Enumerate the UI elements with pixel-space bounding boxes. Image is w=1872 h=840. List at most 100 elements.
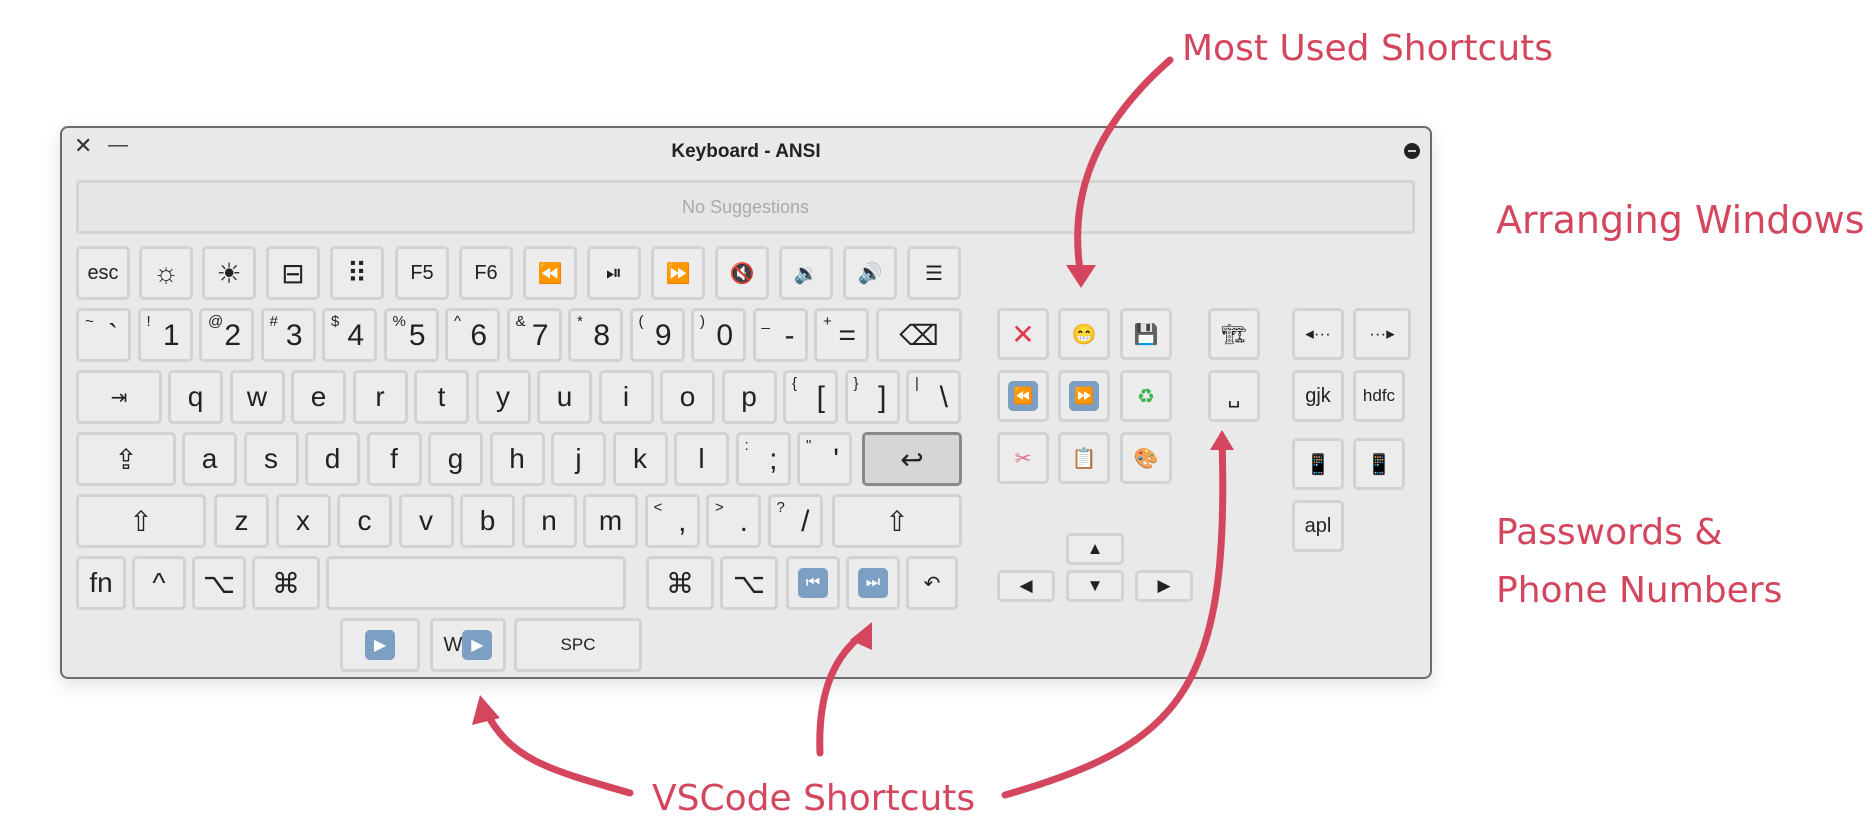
key-mission-control[interactable]: ⊟: [266, 246, 320, 300]
key-fn[interactable]: fn: [76, 556, 126, 610]
key-hdfc[interactable]: hdfc: [1353, 370, 1405, 422]
key-p[interactable]: p: [721, 370, 777, 424]
key-launchpad[interactable]: ⠿: [330, 246, 384, 300]
shortcut-back[interactable]: ⏪: [997, 370, 1049, 422]
key-num-7[interactable]: & 7: [506, 308, 562, 362]
key-run[interactable]: ▶: [340, 618, 420, 672]
key-fast-forward[interactable]: ⏩: [651, 246, 705, 300]
key-phone-2[interactable]: 📱: [1353, 438, 1405, 490]
key-z[interactable]: z: [214, 494, 269, 548]
key-num-6[interactable]: ^ 6: [445, 308, 500, 362]
key-sym-q-2[interactable]: | \: [906, 370, 961, 424]
key-f[interactable]: f: [366, 432, 422, 486]
key-i[interactable]: i: [598, 370, 654, 424]
key-a[interactable]: a: [182, 432, 237, 486]
key-t[interactable]: t: [414, 370, 469, 424]
key-num-0[interactable]: ~ `: [76, 308, 131, 362]
key-gjk[interactable]: gjk: [1292, 370, 1344, 422]
key-play-pause[interactable]: ⏯: [587, 246, 641, 300]
key-phone-1[interactable]: 📱: [1292, 438, 1344, 490]
key-f5[interactable]: F5: [395, 246, 449, 300]
key-e[interactable]: e: [291, 370, 346, 424]
key-option-left[interactable]: ⌥: [192, 556, 246, 610]
key-sym-z-0[interactable]: <,: [644, 494, 700, 548]
shortcut-smile[interactable]: 😁: [1058, 308, 1110, 360]
key-sym-z-2[interactable]: ? /: [767, 494, 823, 548]
key-v[interactable]: v: [398, 494, 454, 548]
key-w-run[interactable]: W ▶: [430, 618, 506, 672]
key-shift-right[interactable]: ⇧: [832, 494, 962, 548]
key-rewind[interactable]: ⏪: [523, 246, 577, 300]
key-h[interactable]: h: [489, 432, 545, 486]
key-sym-q-1[interactable]: }]: [844, 370, 900, 424]
key-volume-up[interactable]: 🔊: [843, 246, 897, 300]
key-num-12[interactable]: + =: [814, 308, 869, 362]
key-s[interactable]: s: [243, 432, 299, 486]
key-num-1[interactable]: ! 1: [137, 308, 193, 362]
key-command-left[interactable]: ⌘: [252, 556, 320, 610]
key-num-9[interactable]: (9: [629, 308, 685, 362]
key-caps-lock[interactable]: ⇪: [76, 432, 176, 486]
key-num-11[interactable]: _ -: [752, 308, 808, 362]
key-esc[interactable]: esc: [76, 246, 130, 300]
options-icon[interactable]: [1404, 143, 1420, 159]
key-option-right[interactable]: ⌥: [720, 556, 778, 610]
shortcut-cut[interactable]: ✂: [997, 432, 1049, 484]
key-m[interactable]: m: [583, 494, 638, 548]
key-tab[interactable]: ⇥: [76, 370, 162, 424]
key-g[interactable]: g: [428, 432, 483, 486]
key-b[interactable]: b: [460, 494, 515, 548]
key-undo[interactable]: ↶: [906, 556, 958, 610]
window-arrange-space[interactable]: ␣: [1208, 370, 1260, 422]
key-l[interactable]: l: [674, 432, 729, 486]
key-apl[interactable]: apl: [1292, 500, 1344, 552]
key-sym-a-1[interactable]: " ': [797, 432, 852, 486]
key-num-2[interactable]: @2: [199, 308, 254, 362]
key-list[interactable]: ☰: [907, 246, 961, 300]
key-volume-down[interactable]: 🔉: [779, 246, 833, 300]
key-num-4[interactable]: $4: [322, 308, 377, 362]
key-return[interactable]: ↩: [862, 432, 962, 486]
key-delete[interactable]: ⌫: [876, 308, 962, 362]
key-x[interactable]: x: [275, 494, 331, 548]
shortcut-save[interactable]: 💾: [1120, 308, 1172, 360]
shortcut-palette[interactable]: 🎨: [1120, 432, 1172, 484]
key-right-dots[interactable]: ···▸: [1353, 308, 1411, 360]
shortcut-forward[interactable]: ⏩: [1058, 370, 1110, 422]
key-r[interactable]: r: [352, 370, 408, 424]
key-brightness-down[interactable]: ☼: [139, 246, 193, 300]
key-spc[interactable]: SPC: [514, 618, 642, 672]
shortcut-clipboard[interactable]: 📋: [1058, 432, 1110, 484]
key-num-5[interactable]: % 5: [383, 308, 439, 362]
key-arrow-down[interactable]: ▼: [1066, 570, 1124, 602]
key-w[interactable]: w: [229, 370, 285, 424]
shortcut-recycle[interactable]: ♻: [1120, 370, 1172, 422]
key-num-8[interactable]: * 8: [568, 308, 623, 362]
key-shift-left[interactable]: ⇧: [76, 494, 206, 548]
key-arrow-up[interactable]: ▲: [1066, 533, 1124, 565]
key-c[interactable]: c: [337, 494, 392, 548]
key-brightness-up[interactable]: ☀: [202, 246, 256, 300]
key-left-dots[interactable]: ◂···: [1292, 308, 1344, 360]
key-q[interactable]: q: [168, 370, 223, 424]
key-num-3[interactable]: #3: [260, 308, 316, 362]
key-u[interactable]: u: [537, 370, 592, 424]
key-k[interactable]: k: [612, 432, 668, 486]
key-next-track[interactable]: ⏭: [846, 556, 900, 610]
key-space[interactable]: [326, 556, 626, 610]
key-j[interactable]: j: [551, 432, 606, 486]
key-mute[interactable]: 🔇: [715, 246, 769, 300]
shortcut-close[interactable]: ✕: [997, 308, 1049, 360]
key-y[interactable]: y: [475, 370, 531, 424]
key-o[interactable]: o: [660, 370, 715, 424]
key-arrow-left[interactable]: ◀: [997, 570, 1055, 602]
key-n[interactable]: n: [521, 494, 577, 548]
key-sym-a-0[interactable]: :;: [735, 432, 791, 486]
key-f6[interactable]: F6: [459, 246, 513, 300]
key-command-right[interactable]: ⌘: [646, 556, 714, 610]
key-arrow-right[interactable]: ▶: [1135, 570, 1193, 602]
key-previous-track[interactable]: ⏮: [786, 556, 840, 610]
key-d[interactable]: d: [305, 432, 360, 486]
key-sym-q-0[interactable]: {[: [783, 370, 838, 424]
key-control[interactable]: ^: [132, 556, 186, 610]
